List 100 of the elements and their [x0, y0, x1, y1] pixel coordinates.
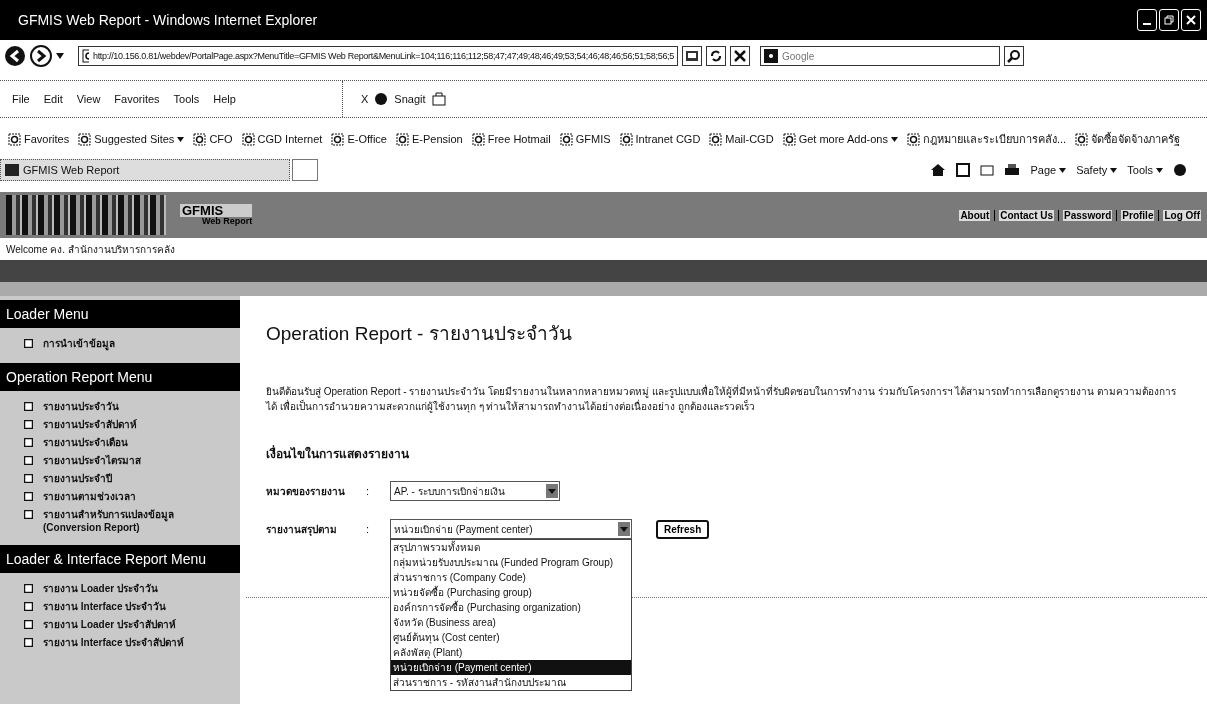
command-menu[interactable]: Page [1030, 164, 1057, 176]
favorites-link[interactable]: GFMIS [575, 133, 611, 145]
restore-icon [1164, 15, 1174, 25]
page-icon[interactable] [709, 132, 723, 146]
page-icon[interactable] [782, 132, 796, 146]
feeds-icon[interactable] [956, 163, 971, 177]
caret-icon[interactable] [890, 136, 898, 142]
close-button[interactable] [1181, 9, 1201, 31]
square-bullet-icon [24, 438, 33, 447]
menu-heading: Loader Menu [0, 300, 240, 328]
sidebar-link[interactable]: รายงาน Interface ประจำวัน [43, 599, 167, 614]
refresh-button[interactable]: Refresh [656, 519, 710, 539]
page-icon[interactable] [1075, 132, 1089, 146]
menu-item[interactable]: View [76, 93, 101, 105]
favorites-link[interactable]: E-Pension [411, 133, 463, 145]
header-link[interactable]: Password [1063, 209, 1113, 221]
home-icon[interactable] [930, 163, 947, 177]
favorites-link[interactable]: CGD Internet [257, 133, 323, 145]
page-icon[interactable] [241, 132, 255, 146]
restore-button[interactable] [1159, 9, 1179, 31]
search-box[interactable]: Google [760, 46, 1000, 66]
favorites-link[interactable]: Favorites [24, 133, 70, 145]
mail-icon[interactable] [980, 163, 995, 177]
caret-icon[interactable] [1110, 167, 1118, 173]
page-icon[interactable] [78, 132, 92, 146]
page-icon[interactable] [193, 132, 207, 146]
menu-item[interactable]: File [12, 93, 30, 105]
capture-icon[interactable] [431, 92, 446, 106]
dropdown-option[interactable]: องค์กรการจัดซื้อ (Purchasing organization) [391, 600, 631, 615]
page-icon[interactable] [331, 132, 345, 146]
address-field[interactable]: http://10.156.0.81/webdev/PortalPage.aspx?MenuTitle=GFMIS Web Report&MenuLink=104;116;116;112;58;47;47;49;48;46;49;53;54;46;48;46;56;51;58;56;5 [78, 46, 678, 66]
page-icon[interactable] [8, 132, 21, 146]
browser-tab[interactable]: GFMIS Web Report [0, 159, 290, 181]
square-bullet-icon [24, 456, 33, 465]
help-icon[interactable] [1173, 163, 1187, 177]
page-icon[interactable] [559, 132, 573, 146]
square-bullet-icon [24, 602, 33, 611]
header-link[interactable]: Profile [1121, 209, 1155, 221]
sidebar-link[interactable]: รายงานสำหรับการแปลงข้อมูล (Conversion Report) [43, 507, 232, 533]
menu-item[interactable]: Help [213, 93, 236, 105]
favorites-link[interactable]: Suggested Sites [94, 133, 175, 145]
menu-heading: Operation Report Menu [0, 363, 240, 391]
sidebar-link[interactable]: รายงานประจำเดือน [43, 435, 128, 450]
header-link[interactable]: Log Off [1163, 209, 1201, 221]
menu-item[interactable]: Edit [43, 93, 63, 105]
sidebar-link[interactable]: รายงาน Loader ประจำวัน [43, 581, 158, 596]
printer-icon[interactable] [1004, 163, 1021, 177]
sidebar-link[interactable]: รายงานประจำสัปดาห์ [43, 417, 137, 432]
minimize-button[interactable] [1137, 9, 1157, 31]
sidebar-link[interactable]: รายงานประจำวัน [43, 399, 119, 414]
sidebar-link[interactable]: การนำเข้าข้อมูล [43, 336, 115, 351]
close-toolbar-button[interactable]: X [361, 93, 369, 105]
command-menu[interactable]: Safety [1076, 164, 1108, 176]
dropdown-option[interactable]: คลังพัสดุ (Plant) [391, 645, 631, 660]
site-subtitle: Web Report [202, 217, 253, 226]
sidebar-link[interactable]: รายงานประจำไตรมาส [43, 453, 141, 468]
page-icon[interactable] [619, 132, 633, 146]
page-icon[interactable] [395, 132, 409, 146]
dropdown-option[interactable]: จังหวัด (Business area) [391, 615, 631, 630]
favorites-link[interactable]: CFO [209, 133, 233, 145]
forward-button[interactable] [30, 45, 52, 67]
favorites-link[interactable]: กฎหมายและระเบียบการคลัง... [922, 130, 1067, 148]
dropdown-option[interactable]: หน่วยเบิกจ่าย (Payment center) [391, 660, 631, 675]
back-button[interactable] [4, 45, 26, 67]
refresh-icon[interactable] [706, 46, 726, 66]
menu-item[interactable]: Favorites [114, 93, 160, 105]
dropdown[interactable]: AP. - ระบบการเบิกจ่ายเงิน [390, 481, 560, 501]
dropdown-option[interactable]: กลุ่มหน่วยรับงบประมาณ (Funded Program Group) [391, 555, 631, 570]
favorites-link[interactable]: Free Hotmail [487, 133, 551, 145]
compatibility-icon[interactable] [682, 46, 702, 66]
favorites-link[interactable]: Get more Add-ons [798, 133, 888, 145]
favorites-link[interactable]: จัดซื้อจัดจ้างภาครัฐ [1091, 130, 1181, 148]
snagit-button[interactable]: Snagit [394, 93, 426, 105]
intro-text: ยินดีต้อนรับสู่ Operation Report - รายงานประจำวัน โดยมีรายงานในหลากหลายหมวดหมู่ และรูปแบบเพื่อให้ผู้ที่มีหน้าที่รับผิดชอบในการทำงาน ร่วมกับโครงการฯ ได้สามารถทำการเลือกดูรายงาน ตามความต้องการ ได้ เพื่อเป็นการอำนวยความสะดวกแก่ผู้ใช้งานทุก ๆ ท่านให้สามารถทำงานได้อย่างต่อเนื่องอย่าง ถูกต้องและรวดเร็ว [266, 384, 1178, 414]
search-icon[interactable] [1004, 46, 1024, 66]
dropdown-option[interactable]: ส่วนราชการ - รหัสงานสำนักงบประมาณ [391, 675, 631, 690]
dropdown-option[interactable]: ส่วนราชการ (Company Code) [391, 570, 631, 585]
dropdown[interactable]: หน่วยเบิกจ่าย (Payment center) [390, 519, 632, 539]
command-menu[interactable]: Tools [1127, 164, 1153, 176]
sidebar-link[interactable]: รายงาน Interface ประจำสัปดาห์ [43, 635, 185, 650]
stop-icon[interactable] [730, 46, 750, 66]
menu-item[interactable]: Tools [173, 93, 200, 105]
page-icon[interactable] [471, 132, 485, 146]
sidebar-link[interactable]: รายงานประจำปี [43, 471, 112, 486]
header-link[interactable]: About [959, 209, 991, 221]
favorites-link[interactable]: E-Office [347, 133, 387, 145]
caret-icon[interactable] [1156, 167, 1163, 173]
new-tab-button[interactable] [292, 159, 318, 181]
sidebar-link[interactable]: รายงานตามช่วงเวลา [43, 489, 136, 504]
caret-icon[interactable] [177, 136, 185, 142]
favorites-link[interactable]: Mail-CGD [725, 133, 774, 145]
sidebar-link[interactable]: รายงาน Loader ประจำสัปดาห์ [43, 617, 176, 632]
dropdown-option[interactable]: หน่วยจัดซื้อ (Purchasing group) [391, 585, 631, 600]
page-icon[interactable] [906, 132, 920, 146]
dropdown-option[interactable]: ศูนย์ต้นทุน (Cost center) [391, 630, 631, 645]
caret-icon[interactable] [1059, 167, 1067, 173]
dropdown-option[interactable]: สรุปภาพรวมทั้งหมด [391, 540, 631, 555]
caret-icon[interactable] [56, 53, 64, 59]
header-link[interactable]: Contact Us [999, 209, 1055, 221]
favorites-link[interactable]: Intranet CGD [635, 133, 701, 145]
